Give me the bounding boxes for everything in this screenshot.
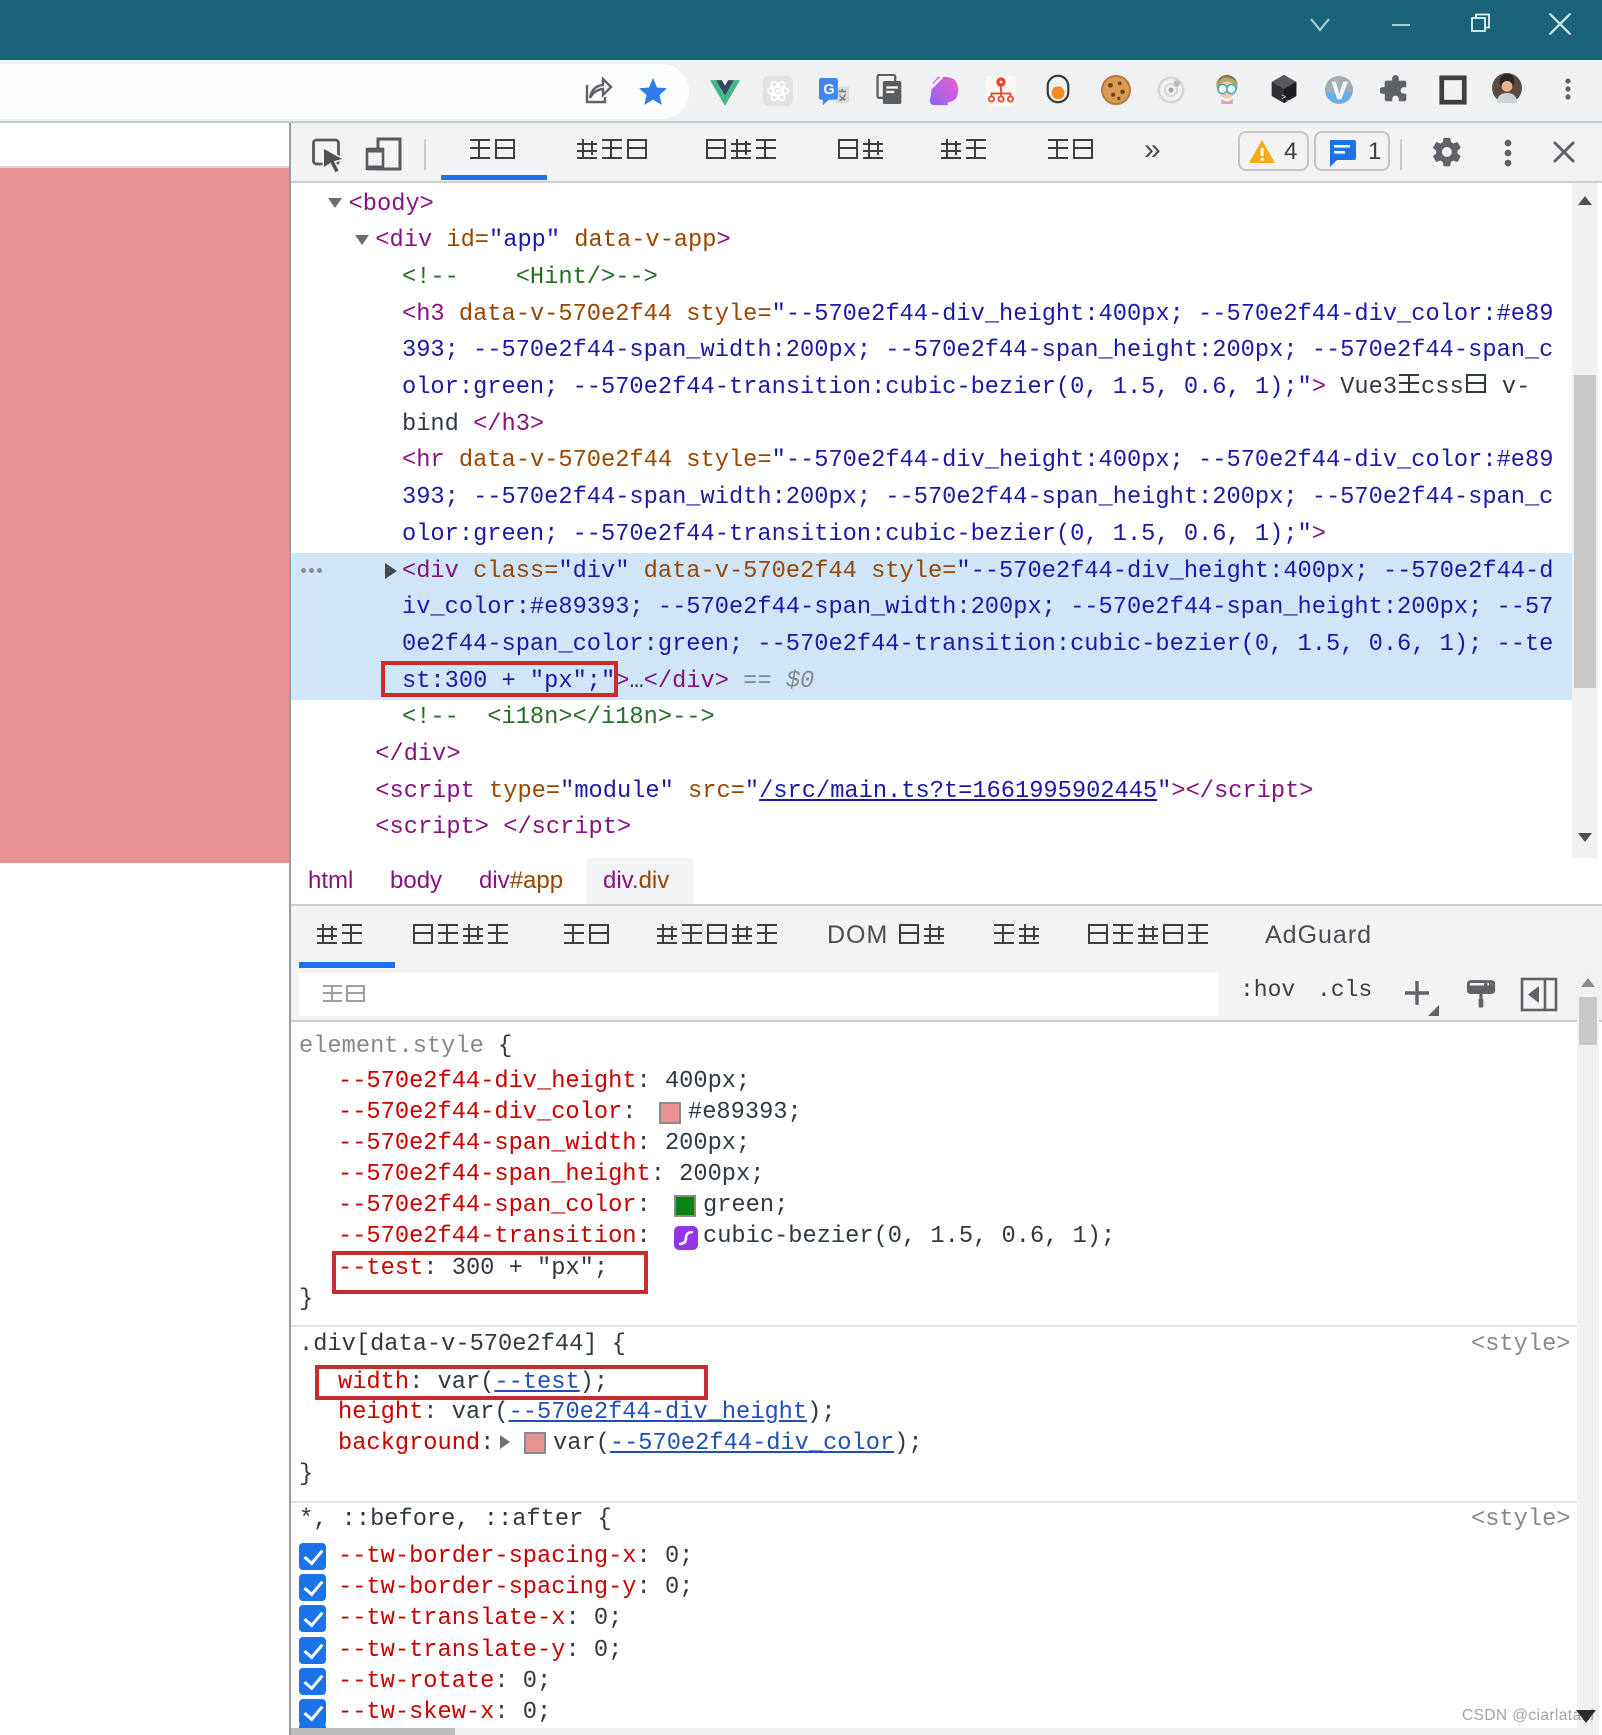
- svg-text:G: G: [823, 82, 834, 98]
- svg-text:>_: >_: [1281, 94, 1291, 103]
